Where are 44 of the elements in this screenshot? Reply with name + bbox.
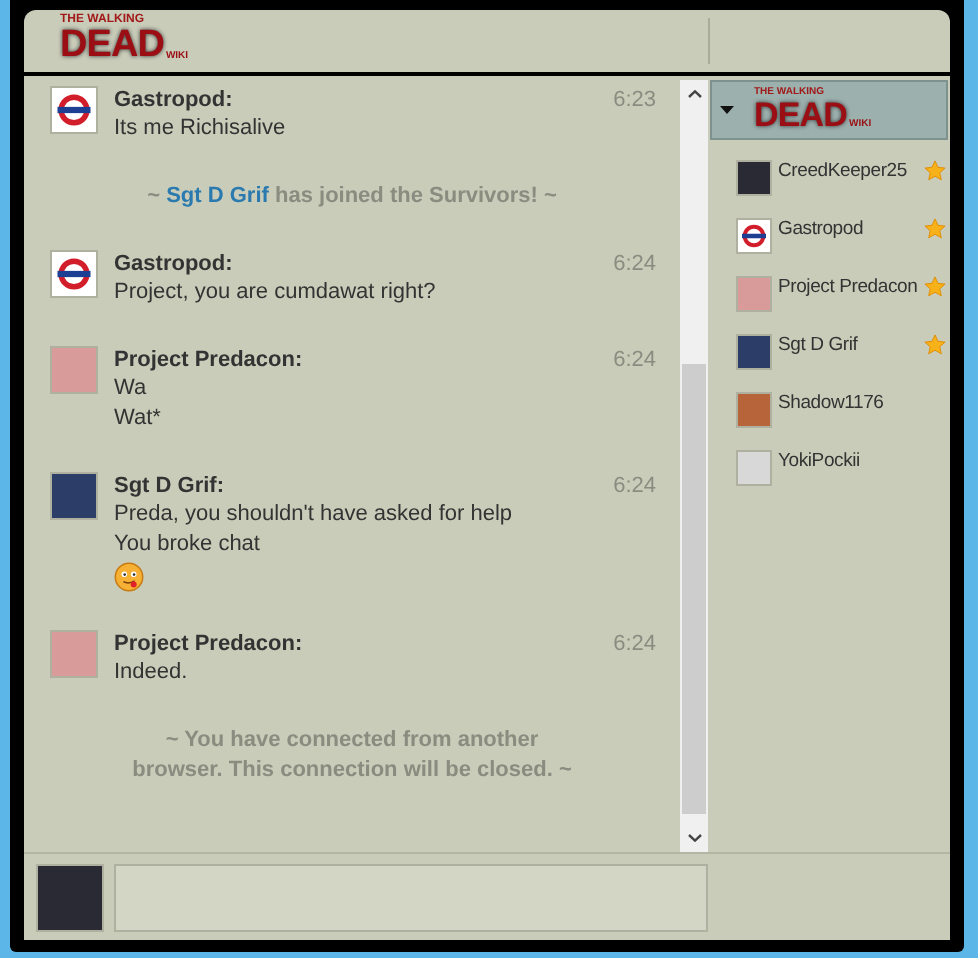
user-list-item[interactable]: Gastropod (736, 218, 946, 254)
message-text: You broke chat (114, 530, 262, 560)
user-list-item[interactable]: Project Predacon (736, 276, 946, 312)
message-text: Project, you are cumdawat right? (114, 278, 438, 308)
caret-icon[interactable] (720, 106, 734, 114)
message-text: Wat* (114, 404, 163, 434)
message-time: 6:23 (613, 86, 656, 114)
sender-name: Sgt D Grif: (114, 472, 224, 500)
avatar-photo-placeholder (736, 276, 772, 312)
scroll-down-icon[interactable] (687, 834, 701, 842)
user-list-item[interactable]: YokiPockii (736, 450, 946, 486)
system-message: ~ Sgt D Grif has joined the Survivors! ~ (145, 182, 559, 212)
scroll-up-icon[interactable] (687, 90, 701, 98)
smiley-tongue-icon (114, 562, 144, 592)
sender-name: Project Predacon: (114, 346, 303, 374)
message-text: Preda, you shouldn't have asked for help (114, 500, 515, 530)
user-list-item[interactable]: CreedKeeper25 (736, 160, 946, 196)
avatar-photo-placeholder (736, 450, 772, 486)
sender-name: Gastropod: (114, 86, 233, 114)
avatar-photo-placeholder (50, 472, 98, 520)
message-time: 6:24 (613, 472, 656, 500)
message-text: Indeed. (114, 658, 190, 688)
sender-name: Project Predacon: (114, 630, 303, 658)
roundel-icon (736, 218, 772, 254)
avatar-photo-placeholder (736, 334, 772, 370)
message-text: Its me Richisalive (114, 114, 288, 144)
sender-name: Gastropod: (114, 250, 233, 278)
avatar-photo-placeholder (736, 392, 772, 428)
system-message: ~ You have connected from another browser. This connection will be closed. ~ (130, 726, 574, 786)
avatar-photo-placeholder (36, 863, 104, 931)
message-time: 6:24 (613, 250, 656, 278)
message-time: 6:24 (613, 346, 656, 374)
roundel-icon (50, 250, 98, 298)
avatar-photo-placeholder (50, 630, 98, 678)
message-input-field[interactable] (114, 863, 708, 931)
user-list-item[interactable]: Shadow1176 (736, 392, 946, 428)
scrollbar[interactable] (680, 80, 708, 852)
scrollbar-thumb[interactable] (682, 364, 706, 814)
avatar-photo-placeholder (50, 346, 98, 394)
message-text: Wa (114, 374, 149, 404)
roundel-icon (50, 86, 98, 134)
message-time: 6:24 (613, 630, 656, 658)
user-list-item[interactable]: Sgt D Grif (736, 334, 946, 370)
avatar-photo-placeholder (736, 160, 772, 196)
